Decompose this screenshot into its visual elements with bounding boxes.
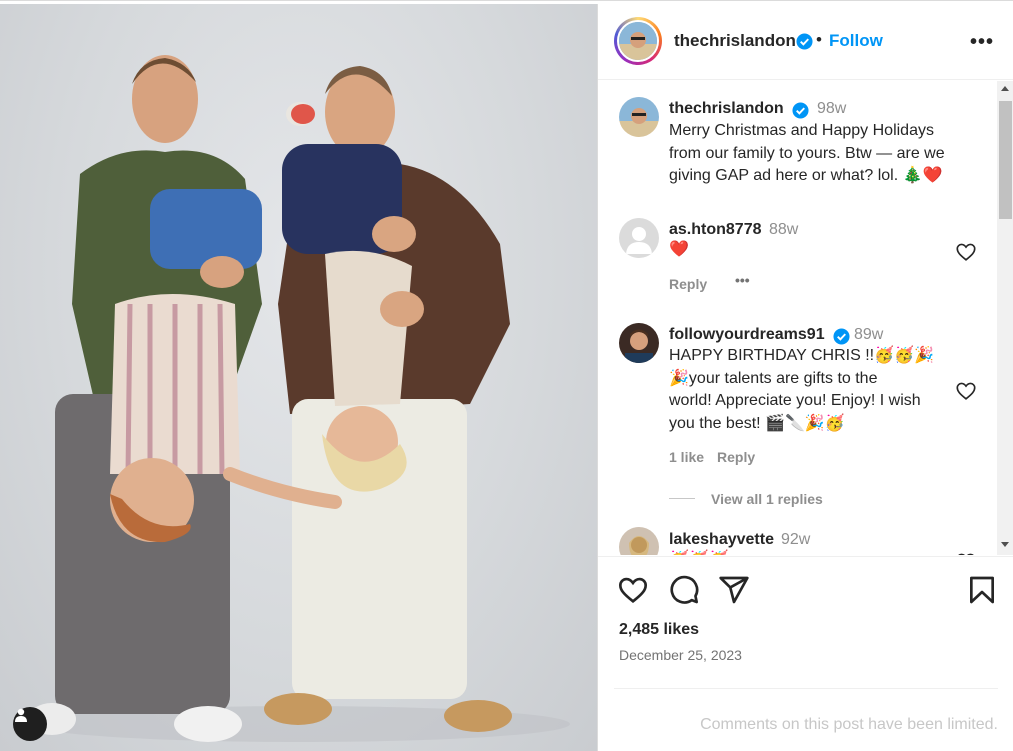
separator-dot: • bbox=[816, 30, 822, 49]
author-avatar[interactable] bbox=[614, 17, 662, 65]
caption-line: giving GAP ad here or what? lol. 🎄❤️ bbox=[669, 167, 943, 184]
view-replies-line bbox=[669, 498, 695, 499]
comment-icon[interactable] bbox=[668, 574, 700, 606]
comments-scrollbar[interactable] bbox=[997, 81, 1013, 555]
author-username[interactable]: thechrislandon bbox=[674, 31, 796, 51]
reply-button[interactable]: Reply bbox=[669, 276, 707, 292]
comments-list[interactable]: thechrislandon 98w Merry Christmas and H… bbox=[598, 81, 1013, 555]
default-avatar-icon[interactable] bbox=[619, 218, 659, 258]
post-dialog: thechrislandon • Follow ••• thechrisland… bbox=[0, 0, 1013, 751]
more-options-button[interactable]: ••• bbox=[970, 31, 994, 54]
verified-icon bbox=[792, 102, 809, 121]
commenter-avatar[interactable] bbox=[619, 323, 659, 363]
comment-likes-count[interactable]: 1 like bbox=[669, 449, 704, 465]
comment-username[interactable]: thechrislandon bbox=[669, 100, 784, 118]
like-comment-heart-icon[interactable] bbox=[955, 241, 977, 263]
comment-username[interactable]: followyourdreams91 bbox=[669, 326, 825, 344]
verified-icon bbox=[796, 33, 813, 52]
comment-line: you the best! 🎬🔪🎉🥳 bbox=[669, 414, 845, 432]
comment-line: world! Appreciate you! Enjoy! I wish bbox=[669, 392, 921, 409]
caption-text: Merry Christmas and Happy Holidays from … bbox=[669, 120, 945, 188]
comment-time[interactable]: 98w bbox=[817, 100, 846, 118]
likes-count[interactable]: 2,485 likes bbox=[619, 621, 699, 639]
post-actions: 2,485 likes December 25, 2023 bbox=[598, 556, 1013, 686]
comment-time[interactable]: 89w bbox=[854, 326, 883, 344]
photo-illustration bbox=[28, 55, 570, 742]
caption-line: from our family to yours. Btw — are we bbox=[669, 144, 945, 162]
avatar-image bbox=[619, 22, 657, 60]
commenter-avatar[interactable] bbox=[619, 527, 659, 555]
post-header: thechrislandon • Follow ••• bbox=[598, 4, 1013, 80]
post-side-panel: thechrislandon • Follow ••• thechrisland… bbox=[597, 4, 1013, 751]
post-date[interactable]: December 25, 2023 bbox=[619, 647, 742, 663]
heart-icon[interactable] bbox=[617, 574, 649, 606]
reply-button[interactable]: Reply bbox=[717, 449, 755, 465]
comment-line: HAPPY BIRTHDAY CHRIS !!🥳🥳🎉 bbox=[669, 347, 934, 364]
comment-text: 🥳🥳🥳 bbox=[669, 549, 729, 555]
comment-username[interactable]: lakeshayvette bbox=[669, 531, 774, 549]
view-replies-button[interactable]: View all 1 replies bbox=[711, 491, 823, 507]
scroll-up-arrow-icon[interactable] bbox=[1001, 86, 1009, 91]
user-tag-icon[interactable] bbox=[13, 707, 47, 741]
follow-button[interactable]: Follow bbox=[829, 31, 883, 51]
comments-limited-notice: Comments on this post have been limited. bbox=[614, 688, 998, 734]
comment-text: HAPPY BIRTHDAY CHRIS !!🥳🥳🎉 🎉your talents… bbox=[669, 345, 934, 435]
bookmark-icon[interactable] bbox=[966, 574, 998, 606]
comment-time[interactable]: 92w bbox=[781, 531, 810, 549]
share-icon[interactable] bbox=[718, 574, 750, 606]
comment-username[interactable]: as.hton8778 bbox=[669, 221, 761, 239]
scroll-down-arrow-icon[interactable] bbox=[1001, 542, 1009, 547]
comment-line: 🎉your talents are gifts to the bbox=[669, 369, 878, 387]
caption-line: Merry Christmas and Happy Holidays bbox=[669, 122, 934, 139]
comment-more-button[interactable]: ••• bbox=[735, 272, 750, 288]
like-comment-heart-icon[interactable] bbox=[955, 380, 977, 402]
comment-text: ❤️ bbox=[669, 241, 689, 258]
scrollbar-thumb[interactable] bbox=[999, 101, 1012, 219]
like-comment-heart-icon[interactable] bbox=[955, 551, 977, 555]
post-photo[interactable] bbox=[0, 4, 597, 751]
caption-avatar[interactable] bbox=[619, 97, 659, 137]
comment-time[interactable]: 88w bbox=[769, 221, 798, 239]
person-glyph bbox=[15, 708, 27, 722]
